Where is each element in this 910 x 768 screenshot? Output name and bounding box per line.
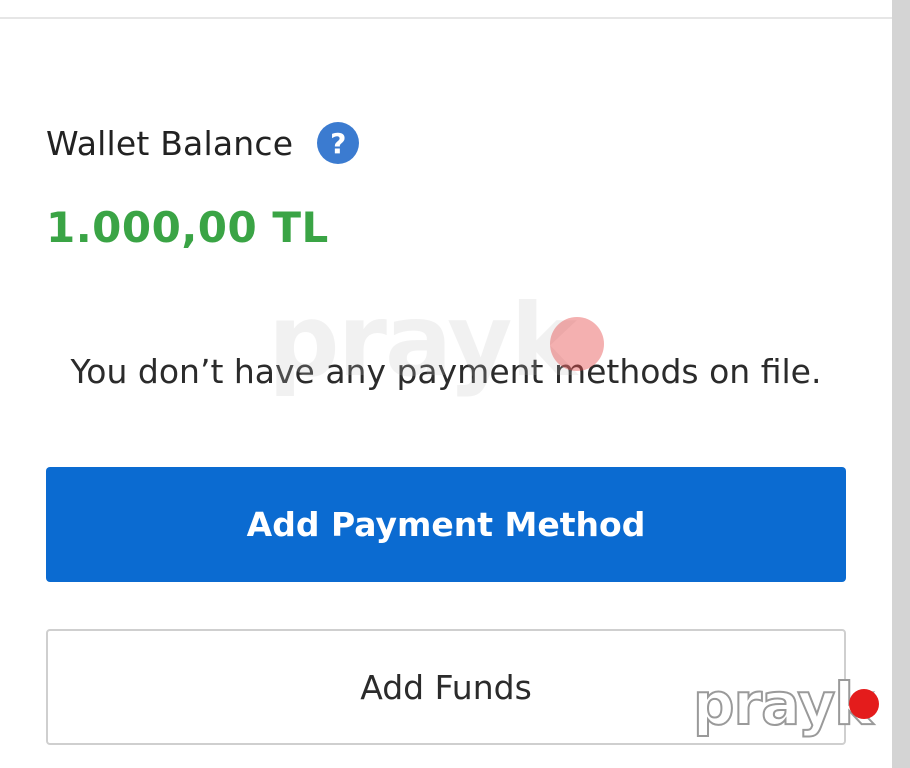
wallet-balance-row: Wallet Balance ? bbox=[46, 120, 360, 166]
top-divider bbox=[0, 17, 892, 19]
wallet-balance-label: Wallet Balance bbox=[46, 123, 294, 163]
add-payment-method-button[interactable]: Add Payment Method bbox=[46, 467, 846, 582]
scrollbar[interactable] bbox=[892, 0, 910, 768]
no-payment-methods-message: You don’t have any payment methods on fi… bbox=[70, 352, 822, 391]
wallet-page: Wallet Balance ? 1.000,00 TL You don’t h… bbox=[0, 0, 910, 768]
watermark-logo-dot bbox=[849, 689, 879, 719]
question-circle-icon[interactable]: ? bbox=[317, 122, 360, 164]
wallet-balance-amount: 1.000,00 TL bbox=[46, 203, 329, 252]
add-funds-button[interactable]: Add Funds bbox=[46, 629, 846, 745]
